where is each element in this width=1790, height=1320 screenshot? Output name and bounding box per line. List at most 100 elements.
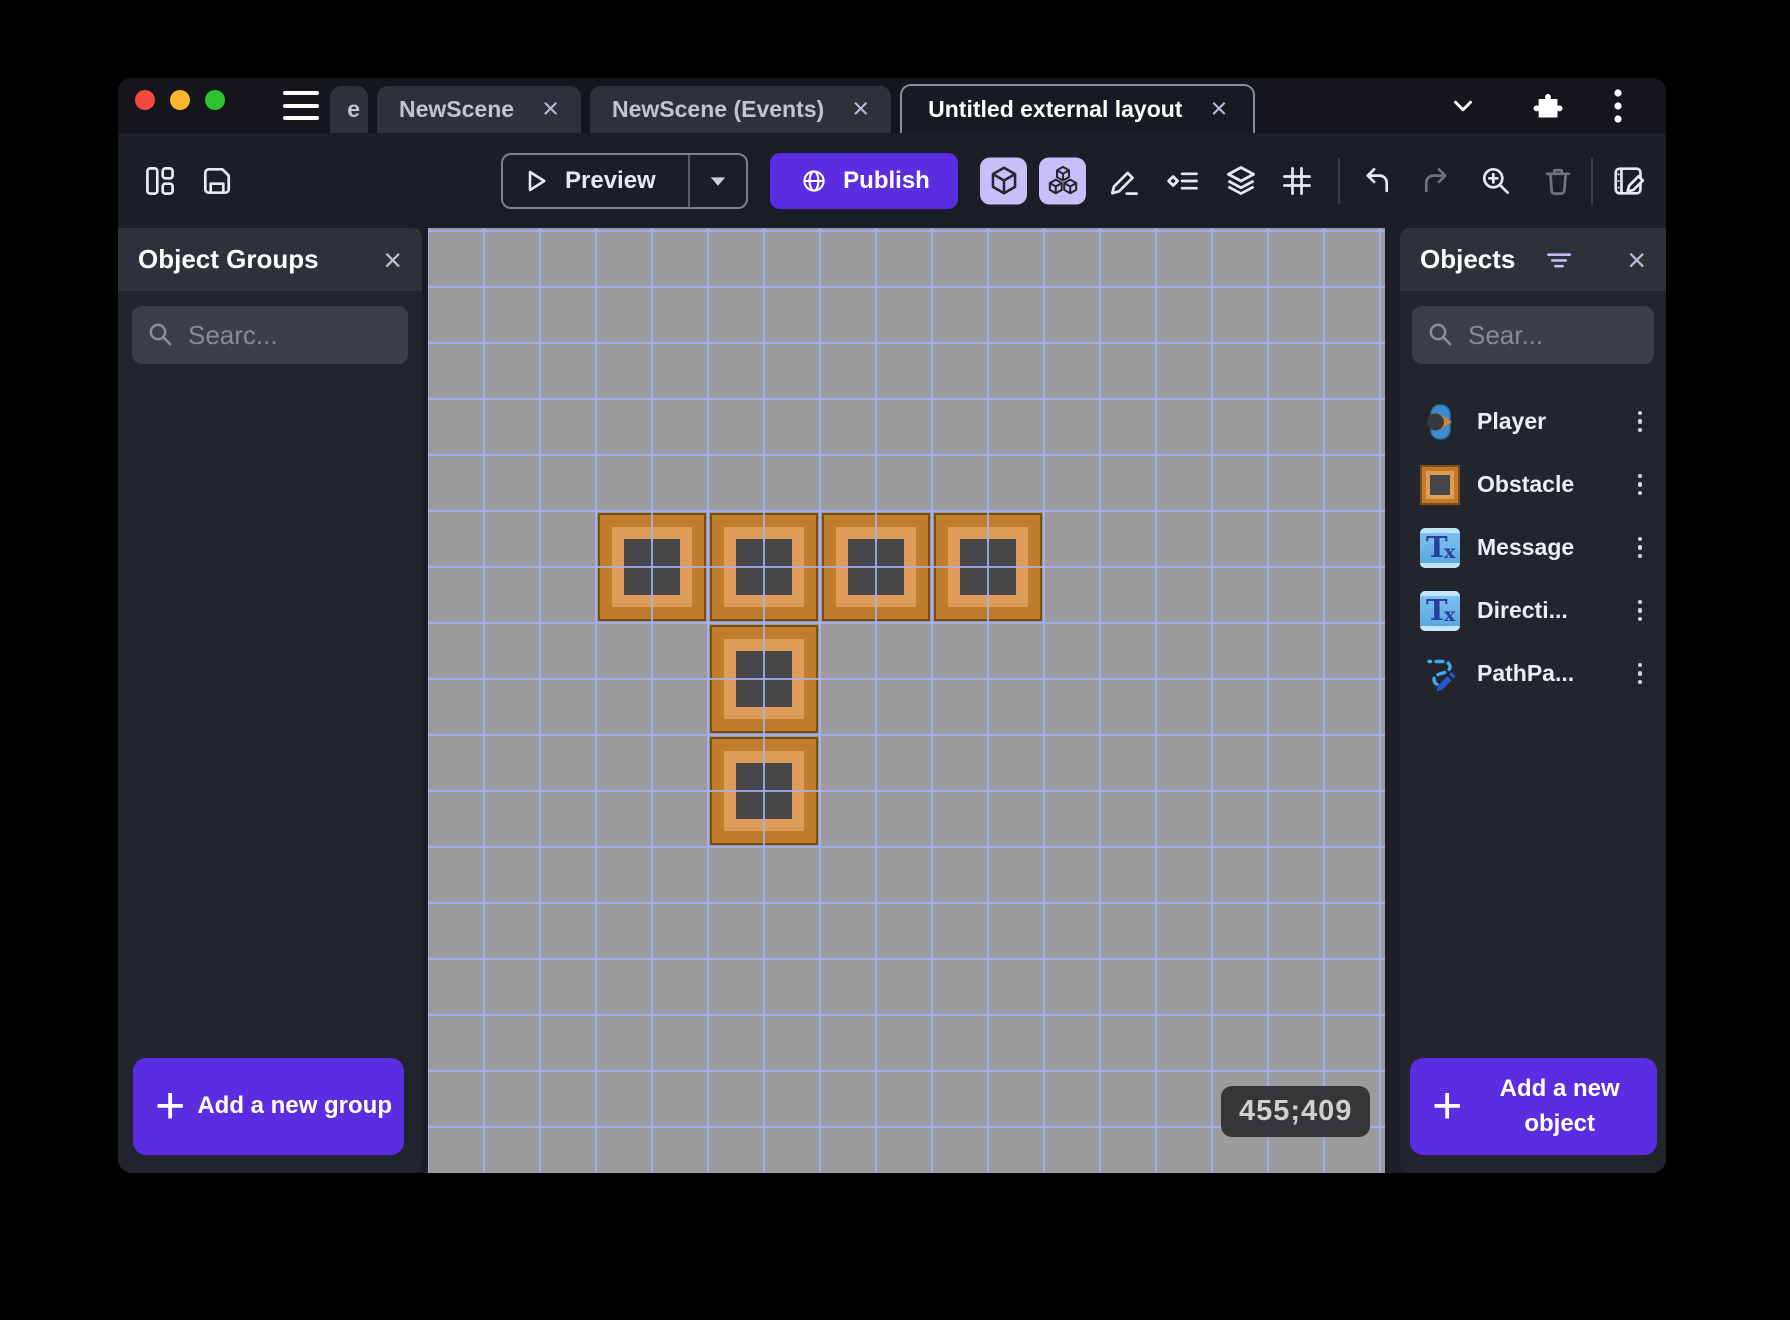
tab-bar: e NewScene × NewScene (Events) × Untitle…: [118, 78, 1666, 133]
publish-label: Publish: [843, 166, 930, 194]
search-icon: [1426, 320, 1456, 350]
object-row-obstacle[interactable]: Obstacle: [1400, 453, 1666, 516]
preview-label: Preview: [565, 166, 656, 194]
preview-button[interactable]: Preview: [501, 152, 748, 209]
kebab-menu-icon[interactable]: [1612, 87, 1624, 125]
layers-icon[interactable]: [1221, 161, 1261, 201]
object-name: Obstacle: [1477, 471, 1575, 497]
hamburger-menu-icon[interactable]: [283, 91, 319, 120]
tab-bar-right-controls: [1436, 78, 1666, 133]
gdevelop-window: e NewScene × NewScene (Events) × Untitle…: [118, 78, 1666, 1173]
tab-newscene[interactable]: NewScene ×: [377, 86, 581, 133]
objects-title: Objects: [1420, 244, 1516, 274]
object-menu-kebab-icon[interactable]: [1628, 594, 1652, 628]
close-tab-icon[interactable]: ×: [1210, 95, 1227, 124]
add-object-label: Add a new object: [1499, 1074, 1620, 1137]
object-cube-icon: [987, 164, 1021, 198]
editor-content: Object Groups × + Add a new group: [118, 228, 1666, 1173]
text-object-icon: Tx: [1420, 527, 1460, 568]
close-tab-icon[interactable]: ×: [542, 95, 559, 124]
object-row-message[interactable]: Tx Message: [1400, 516, 1666, 579]
toolbar-divider: [1338, 157, 1340, 204]
obstacle-tile[interactable]: [598, 513, 706, 621]
close-tab-icon[interactable]: ×: [852, 95, 869, 124]
tab-clipped[interactable]: e: [330, 86, 368, 133]
object-row-pathpaint[interactable]: PathPa...: [1400, 642, 1666, 705]
tab-untitled-external-layout[interactable]: Untitled external layout ×: [900, 84, 1256, 133]
text-object-icon: Tx: [1420, 590, 1460, 631]
objects-search-input[interactable]: [1468, 319, 1640, 351]
zoom-window-button[interactable]: [205, 90, 225, 110]
grid-hash-icon[interactable]: [1277, 161, 1317, 201]
object-groups-title: Object Groups: [138, 244, 319, 274]
preview-dropdown-caret-icon[interactable]: [690, 169, 746, 193]
cursor-coordinates-badge: 455;409: [1221, 1086, 1371, 1137]
obstacle-icon: [1420, 464, 1460, 505]
edit-pencil-icon[interactable]: [1104, 161, 1144, 201]
object-mode-button[interactable]: [980, 157, 1027, 204]
obstacle-tile[interactable]: [710, 737, 818, 845]
object-groups-panel: Object Groups × + Add a new group: [118, 228, 422, 1173]
undo-icon[interactable]: [1355, 161, 1395, 201]
object-name: Directi...: [1477, 597, 1568, 623]
grid-overlay: [428, 228, 1385, 1173]
object-groups-header: Object Groups ×: [118, 228, 422, 291]
objects-searchbox: [1412, 306, 1654, 364]
publish-button[interactable]: Publish: [770, 152, 958, 209]
objects-list-icon[interactable]: [1163, 161, 1203, 201]
objects-panel: Objects × Sear... Player Obstacle T x Me…: [1400, 228, 1666, 1173]
main-toolbar: Preview Publish: [118, 133, 1666, 228]
obstacle-tile[interactable]: [710, 625, 818, 733]
traffic-lights: [135, 90, 225, 110]
play-icon: [521, 166, 551, 196]
close-panel-icon[interactable]: ×: [1627, 244, 1646, 276]
tab-newscene-events[interactable]: NewScene (Events) ×: [590, 86, 892, 133]
extensions-puzzle-icon[interactable]: [1528, 88, 1564, 124]
close-window-button[interactable]: [135, 90, 155, 110]
screen: e NewScene × NewScene (Events) × Untitle…: [0, 0, 1790, 1320]
obstacle-tile[interactable]: [710, 513, 818, 621]
tab-label: Untitled external layout: [928, 96, 1183, 122]
add-group-label: Add a new group: [197, 1092, 393, 1120]
plus-icon: +: [1432, 1076, 1463, 1135]
obstacle-tile[interactable]: [822, 513, 930, 621]
object-menu-kebab-icon[interactable]: [1628, 405, 1652, 439]
object-menu-kebab-icon[interactable]: [1628, 657, 1652, 691]
filter-icon[interactable]: [1543, 244, 1575, 276]
add-group-button[interactable]: + Add a new group: [133, 1058, 404, 1155]
save-icon[interactable]: [197, 161, 237, 201]
add-object-button[interactable]: + Add a new object: [1410, 1058, 1657, 1155]
minimize-window-button[interactable]: [170, 90, 190, 110]
chevron-down-icon[interactable]: [1448, 91, 1478, 121]
tab-label: NewScene (Events): [612, 96, 825, 122]
objects-header: Objects ×: [1400, 228, 1666, 291]
zoom-in-icon[interactable]: [1476, 161, 1516, 201]
object-menu-kebab-icon[interactable]: [1628, 531, 1652, 565]
object-groups-search-input[interactable]: [188, 319, 394, 351]
trash-icon[interactable]: [1538, 161, 1578, 201]
tab-strip: e NewScene × NewScene (Events) × Untitle…: [330, 84, 1256, 133]
tab-label: NewScene: [399, 96, 515, 122]
obstacle-tile[interactable]: [934, 513, 1042, 621]
object-name: Message: [1477, 534, 1575, 560]
instances-cubes-icon: [1046, 164, 1080, 198]
object-name: Player: [1477, 408, 1547, 434]
panels-layout-icon[interactable]: [140, 161, 180, 201]
object-menu-kebab-icon[interactable]: [1628, 468, 1652, 502]
toolbar-divider: [1591, 157, 1593, 204]
edit-scene-icon[interactable]: [1610, 161, 1650, 201]
object-row-player[interactable]: Player: [1400, 390, 1666, 453]
object-groups-searchbox: [132, 306, 408, 364]
scene-canvas[interactable]: 455;409: [428, 228, 1385, 1173]
objects-list: Player Obstacle Tx Message Tx Directi...…: [1400, 390, 1666, 705]
tab-label: e: [347, 96, 360, 122]
player-icon: [1420, 402, 1460, 442]
redo-icon[interactable]: [1418, 161, 1458, 201]
object-row-directions[interactable]: Tx Directi...: [1400, 579, 1666, 642]
instances-mode-button[interactable]: [1039, 157, 1086, 204]
plus-icon: +: [155, 1076, 186, 1135]
object-name: PathPa...: [1477, 660, 1575, 686]
globe-icon: [798, 165, 830, 197]
search-icon: [146, 320, 176, 350]
close-panel-icon[interactable]: ×: [383, 244, 402, 276]
